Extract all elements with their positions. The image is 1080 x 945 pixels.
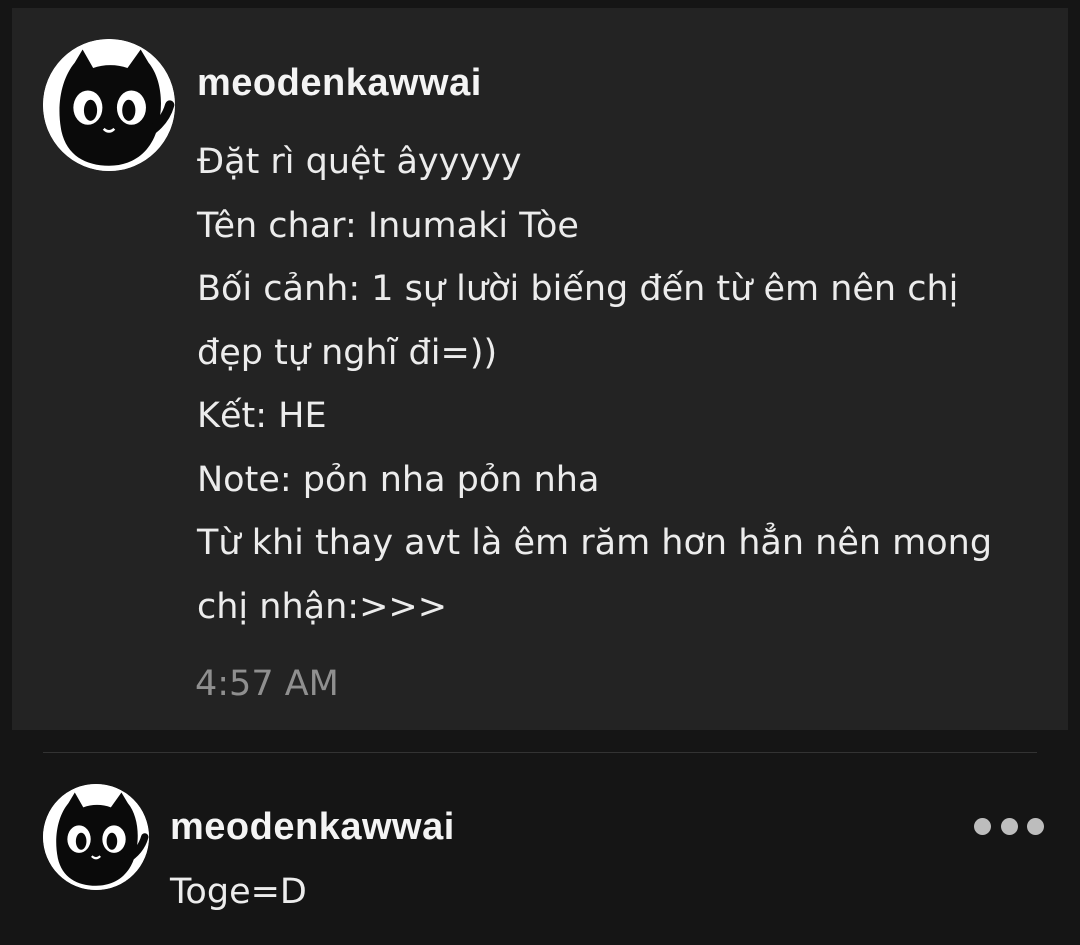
more-dot bbox=[1027, 817, 1044, 835]
message-line: Từ khi thay avt là êm răm hơn hẳn nên mo… bbox=[197, 523, 993, 563]
message-line: Note: pỏn nha pỏn nha bbox=[197, 459, 600, 500]
message-line: Đặt rì quệt âyyyyy bbox=[197, 142, 522, 182]
black-cat-icon bbox=[43, 39, 175, 171]
message-line: Kết: HE bbox=[197, 396, 327, 436]
user-avatar[interactable] bbox=[43, 39, 175, 171]
message-text: Toge=D bbox=[170, 872, 307, 912]
message-line: chị nhận:>>> bbox=[197, 586, 448, 627]
message-line: đẹp tự nghĩ đi=)) bbox=[197, 332, 498, 373]
more-dot bbox=[1000, 817, 1018, 835]
more-dot bbox=[974, 817, 991, 835]
user-avatar[interactable] bbox=[43, 784, 149, 890]
chat-screen: meodenkawwai Đặt rì quệt âyyyyy Tên char… bbox=[0, 0, 1080, 945]
message-divider bbox=[43, 752, 1037, 753]
message-text: Đặt rì quệt âyyyyy Tên char: Inumaki Tòe… bbox=[197, 131, 1057, 639]
message-line: Bối cảnh: 1 sự lười biếng đến từ êm nên … bbox=[197, 269, 959, 309]
message-username[interactable]: meodenkawwai bbox=[170, 806, 455, 849]
message-timestamp: 4:57 AM bbox=[195, 664, 339, 704]
more-options-icon[interactable] bbox=[974, 812, 1044, 840]
message-line: Tên char: Inumaki Tòe bbox=[197, 205, 579, 246]
message-card-highlighted: meodenkawwai Đặt rì quệt âyyyyy Tên char… bbox=[12, 8, 1068, 730]
message-username[interactable]: meodenkawwai bbox=[197, 62, 482, 105]
black-cat-icon bbox=[43, 784, 149, 890]
